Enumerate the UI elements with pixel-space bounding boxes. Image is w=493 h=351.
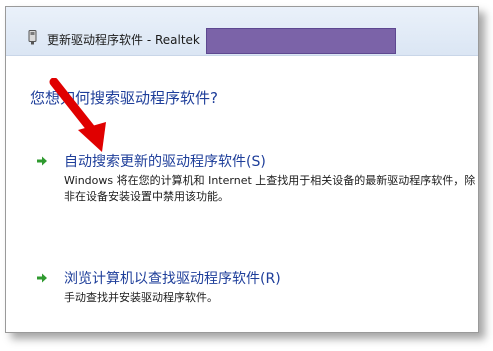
option-browse-computer-description: 手动查找并安装驱动程序软件。 xyxy=(64,291,218,304)
update-driver-dialog: 更新驱动程序软件 - Realtek 您想如何搜索驱动程序软件? 自动搜索更新的… xyxy=(5,6,479,333)
green-arrow-icon xyxy=(37,156,47,166)
redacted-area xyxy=(206,28,396,54)
device-icon xyxy=(28,30,37,45)
option-auto-search-description: Windows 将在您的计算机和 Internet 上查找用于相关设备的最新驱动… xyxy=(64,174,476,203)
window-title: 更新驱动程序软件 - Realtek xyxy=(47,33,200,47)
option-browse-computer-label[interactable]: 浏览计算机以查找驱动程序软件(R) xyxy=(64,268,281,288)
title-bar: 更新驱动程序软件 - Realtek xyxy=(6,7,478,56)
red-annotation-arrow xyxy=(49,78,106,152)
green-arrow-icon xyxy=(37,273,47,283)
